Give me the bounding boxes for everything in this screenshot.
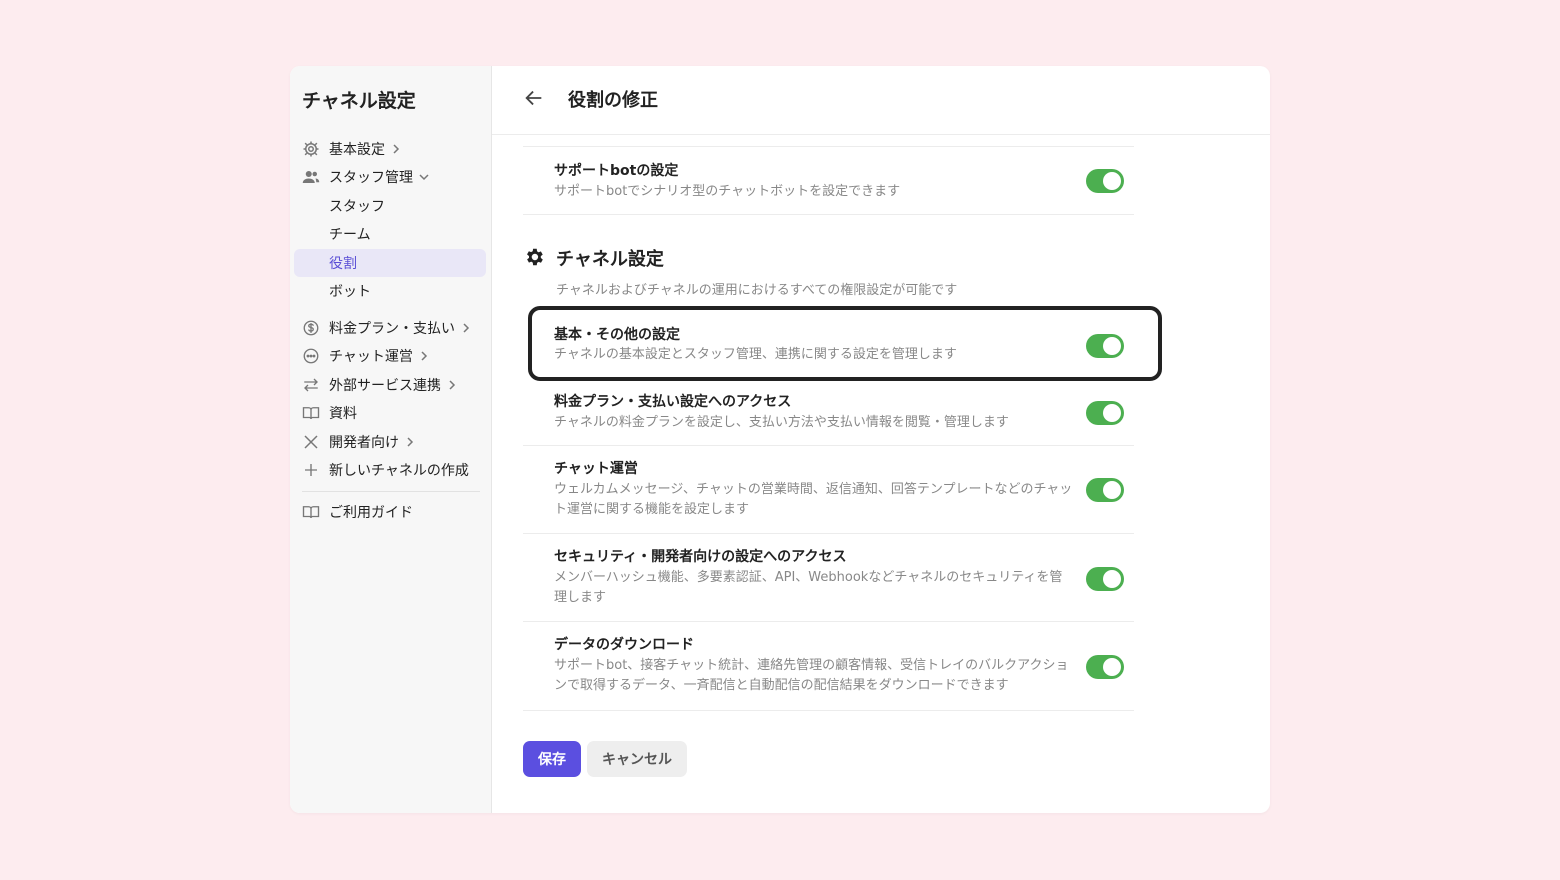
sidebar-item-create-channel[interactable]: 新しいチャネルの作成 (294, 456, 486, 484)
sidebar: チャネル設定 基本設定 スタッフ管理 スタッフ チーム 役割 ボット 料金プラン… (290, 66, 492, 813)
permission-desc: ウェルカムメッセージ、チャットの営業時間、返信通知、回答テンプレートなどのチャッ… (554, 482, 1073, 517)
users-icon (302, 168, 320, 186)
chat-bubble-icon (302, 347, 320, 365)
sidebar-item-label: チャット運営 (329, 349, 413, 365)
sidebar-item-bots[interactable]: ボット (294, 277, 486, 305)
sidebar-item-label: 役割 (329, 256, 357, 272)
section-title: チャネル設定 (556, 249, 664, 270)
chevron-right-icon (461, 323, 471, 333)
permission-desc: チャネルの基本設定とスタッフ管理、連携に関する設定を管理します (554, 347, 957, 362)
permission-desc: チャネルの料金プランを設定し、支払い方法や支払い情報を閲覧・管理します (554, 415, 1009, 430)
tools-icon (302, 433, 320, 451)
settings-window: チャネル設定 基本設定 スタッフ管理 スタッフ チーム 役割 ボット 料金プラン… (290, 66, 1270, 813)
sidebar-item-label: 新しいチャネルの作成 (329, 463, 469, 479)
chevron-right-icon (419, 351, 429, 361)
permission-toggle[interactable] (1086, 478, 1124, 502)
sidebar-item-chat-operations[interactable]: チャット運営 (294, 342, 486, 370)
sidebar-item-developers[interactable]: 開発者向け (294, 428, 486, 456)
sidebar-title: チャネル設定 (302, 90, 416, 112)
sidebar-item-staff[interactable]: スタッフ (294, 192, 486, 220)
sidebar-item-billing[interactable]: 料金プラン・支払い (294, 314, 486, 342)
permission-title: サポートbotの設定 (554, 163, 679, 179)
dollar-circle-icon (302, 319, 320, 337)
cancel-button[interactable]: キャンセル (587, 741, 687, 777)
permission-row-chat-operations: チャット運営 ウェルカムメッセージ、チャットの営業時間、返信通知、回答テンプレー… (523, 446, 1134, 534)
permission-toggle[interactable] (1086, 567, 1124, 591)
permission-toggle[interactable] (1086, 655, 1124, 679)
arrows-exchange-icon (302, 376, 320, 394)
main-panel: 役割の修正 サポートbotの設定 サポートbotでシナリオ型のチャットボットを設… (492, 66, 1270, 813)
permission-row-basic-other: 基本・その他の設定 チャネルの基本設定とスタッフ管理、連携に関する設定を管理しま… (523, 311, 1134, 379)
arrow-left-icon[interactable] (523, 87, 545, 109)
gear-icon (302, 140, 320, 158)
permission-row-data-download: データのダウンロード サポートbot、接客チャット統計、連絡先管理の顧客情報、受… (523, 622, 1134, 711)
permission-title: チャット運営 (554, 461, 638, 477)
chevron-right-icon (447, 380, 457, 390)
permission-row-security-dev: セキュリティ・開発者向けの設定へのアクセス メンバーハッシュ機能、多要素認証、A… (523, 534, 1134, 622)
sidebar-item-label: 資料 (329, 406, 357, 422)
plus-icon (302, 461, 320, 479)
chevron-right-icon (391, 144, 401, 154)
permission-desc: サポートbot、接客チャット統計、連絡先管理の顧客情報、受信トレイのバルクアクシ… (554, 658, 1069, 693)
chevron-right-icon (405, 437, 415, 447)
sidebar-item-basic-settings[interactable]: 基本設定 (294, 135, 486, 163)
permission-row-support-bot: サポートbotの設定 サポートbotでシナリオ型のチャットボットを設定できます (523, 147, 1134, 215)
sidebar-item-label: 開発者向け (329, 435, 399, 451)
sidebar-item-label: 基本設定 (329, 142, 385, 158)
permission-desc: サポートbotでシナリオ型のチャットボットを設定できます (554, 184, 901, 199)
section-desc: チャネルおよびチャネルの運用におけるすべての権限設定が可能です (556, 283, 958, 298)
sidebar-item-user-guide[interactable]: ご利用ガイド (294, 498, 486, 526)
permission-title: 基本・その他の設定 (554, 327, 680, 343)
permission-desc: メンバーハッシュ機能、多要素認証、API、Webhookなどチャネルのセキュリテ… (554, 570, 1063, 605)
sidebar-item-label: ご利用ガイド (329, 505, 413, 521)
permission-title: 料金プラン・支払い設定へのアクセス (554, 394, 792, 410)
page-title: 役割の修正 (568, 90, 658, 111)
permission-title: データのダウンロード (554, 637, 694, 653)
permission-toggle[interactable] (1086, 334, 1124, 358)
save-button[interactable]: 保存 (523, 741, 581, 777)
chevron-down-icon (419, 172, 429, 182)
sidebar-item-label: スタッフ (329, 199, 385, 215)
sidebar-item-label: 外部サービス連携 (329, 378, 441, 394)
sidebar-item-team[interactable]: チーム (294, 220, 486, 248)
sidebar-item-label: チーム (329, 227, 371, 243)
page-header: 役割の修正 (492, 66, 1270, 135)
sidebar-item-label: スタッフ管理 (329, 170, 413, 186)
sidebar-item-roles[interactable]: 役割 (294, 249, 486, 277)
sidebar-item-label: 料金プラン・支払い (329, 321, 455, 337)
sidebar-item-resources[interactable]: 資料 (294, 399, 486, 427)
permission-toggle[interactable] (1086, 401, 1124, 425)
sidebar-item-staff-management[interactable]: スタッフ管理 (294, 163, 486, 191)
gear-icon (523, 246, 545, 268)
permission-title: セキュリティ・開発者向けの設定へのアクセス (554, 549, 847, 565)
sidebar-divider (302, 491, 480, 492)
permission-row-billing-access: 料金プラン・支払い設定へのアクセス チャネルの料金プランを設定し、支払い方法や支… (523, 379, 1134, 446)
permission-toggle[interactable] (1086, 169, 1124, 193)
sidebar-item-label: ボット (329, 284, 371, 300)
sidebar-item-integrations[interactable]: 外部サービス連携 (294, 371, 486, 399)
book-icon (302, 503, 320, 521)
book-icon (302, 404, 320, 422)
